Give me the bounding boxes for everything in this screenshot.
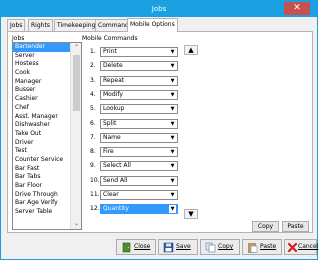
tab-mobile-options[interactable]: Mobile Options bbox=[127, 18, 178, 32]
command-dropdown[interactable]: Split ▼ bbox=[100, 118, 178, 129]
command-number: 3. bbox=[90, 76, 96, 84]
command-number: 5. bbox=[90, 105, 96, 113]
command-value: Delete bbox=[103, 62, 123, 70]
scroll-down-icon[interactable]: ⌄ bbox=[71, 219, 81, 229]
door-icon bbox=[122, 242, 131, 253]
copy-icon bbox=[205, 242, 216, 253]
chevron-down-icon[interactable]: ▼ bbox=[169, 134, 176, 142]
scrollbar-thumb[interactable] bbox=[73, 55, 80, 111]
command-value: Repeat bbox=[103, 76, 125, 84]
chevron-down-icon[interactable]: ▼ bbox=[169, 77, 176, 85]
copy-button[interactable]: Copy bbox=[200, 239, 240, 255]
clipboard-icon bbox=[248, 243, 258, 253]
command-dropdown[interactable]: Modify ▼ bbox=[100, 89, 178, 100]
command-value: Fire bbox=[103, 148, 114, 156]
command-dropdown[interactable]: Lookup ▼ bbox=[100, 104, 178, 115]
command-value: Clear bbox=[103, 191, 119, 198]
tab-timekeeping[interactable]: Timekeeping bbox=[54, 19, 99, 31]
triangle-up-icon: ▲ bbox=[188, 46, 194, 54]
command-dropdown[interactable]: Quantity ▼ bbox=[100, 204, 178, 215]
command-number: 4. bbox=[90, 90, 96, 98]
command-number: 11. bbox=[90, 191, 100, 198]
command-dropdown[interactable]: Select All ▼ bbox=[100, 161, 178, 172]
move-down-button[interactable]: ▼ bbox=[184, 209, 198, 219]
command-value: Modify bbox=[103, 90, 123, 98]
tab-rights[interactable]: Rights bbox=[28, 19, 53, 31]
chevron-down-icon[interactable]: ▼ bbox=[169, 105, 176, 113]
move-up-button[interactable]: ▲ bbox=[184, 45, 198, 55]
command-number: 1. bbox=[90, 48, 96, 55]
chevron-down-icon[interactable]: ▼ bbox=[169, 191, 176, 199]
chevron-down-icon[interactable]: ▼ bbox=[169, 48, 176, 56]
close-button[interactable]: Close bbox=[116, 239, 156, 255]
mobile-options-panel: Jobs Bartender Server Hostess Cook Manager Bu… bbox=[7, 31, 313, 233]
tab-jobs[interactable]: Jobs bbox=[7, 19, 26, 31]
paste-button[interactable]: Paste bbox=[242, 239, 282, 255]
window-close-button[interactable]: ✕ bbox=[284, 2, 310, 15]
jobs-label: Jobs bbox=[12, 35, 25, 42]
command-dropdown[interactable]: Repeat ▼ bbox=[100, 75, 178, 86]
command-dropdown[interactable]: Fire ▼ bbox=[100, 147, 178, 158]
command-number: 10. bbox=[90, 176, 100, 184]
panel-paste-button[interactable]: Paste bbox=[282, 221, 309, 232]
command-value: Print bbox=[103, 48, 117, 55]
chevron-down-icon[interactable]: ▼ bbox=[169, 177, 176, 185]
mobile-commands-label: Mobile Commands bbox=[82, 35, 138, 42]
command-value: Select All bbox=[103, 162, 131, 170]
chevron-down-icon[interactable]: ▼ bbox=[169, 120, 176, 128]
jobs-window: Jobs ✕ Jobs Rights Timekeeping Commands … bbox=[0, 0, 318, 260]
command-dropdown[interactable]: Name ▼ bbox=[100, 132, 178, 143]
red-x-icon bbox=[287, 242, 298, 253]
tab-jobs-label: Jobs bbox=[10, 22, 23, 29]
copy-button-label: Copy bbox=[218, 243, 234, 250]
chevron-down-icon[interactable]: ▼ bbox=[169, 205, 176, 214]
paste-button-label: Paste bbox=[260, 243, 277, 250]
command-value: Lookup bbox=[103, 105, 125, 113]
command-number: 12. bbox=[90, 205, 100, 213]
resize-grip-icon[interactable]: ⋰ bbox=[310, 252, 316, 258]
command-number: 2. bbox=[90, 62, 96, 70]
panel-copy-button[interactable]: Copy bbox=[252, 221, 279, 232]
command-dropdown[interactable]: Send All ▼ bbox=[100, 175, 178, 186]
command-number: 8. bbox=[90, 148, 96, 156]
save-button[interactable]: Save bbox=[158, 239, 198, 255]
scroll-up-icon[interactable]: ⌃ bbox=[71, 43, 81, 53]
jobs-list[interactable]: Bartender Server Hostess Cook Manager Busser C… bbox=[12, 42, 82, 230]
command-value: Quantity bbox=[103, 205, 129, 213]
command-number: 6. bbox=[90, 119, 96, 127]
chevron-down-icon[interactable]: ▼ bbox=[169, 148, 176, 156]
tab-timekeeping-label: Timekeeping bbox=[57, 22, 96, 29]
command-value: Name bbox=[103, 133, 121, 141]
tab-mobile-options-label: Mobile Options bbox=[130, 21, 175, 28]
command-dropdown[interactable]: Print ▼ bbox=[100, 47, 178, 57]
command-value: Split bbox=[103, 119, 117, 127]
tab-rights-label: Rights bbox=[31, 22, 50, 29]
chevron-down-icon[interactable]: ▼ bbox=[169, 62, 176, 70]
chevron-down-icon[interactable]: ▼ bbox=[169, 162, 176, 170]
command-dropdown[interactable]: Clear ▼ bbox=[100, 190, 178, 200]
save-button-label: Save bbox=[176, 243, 191, 250]
jobs-scrollbar[interactable]: ⌃ ⌄ bbox=[70, 43, 81, 229]
command-number: 7. bbox=[90, 133, 96, 141]
command-value: Send All bbox=[103, 176, 128, 184]
floppy-disk-icon bbox=[163, 242, 174, 253]
command-number: 9. bbox=[90, 162, 96, 170]
close-button-label: Close bbox=[134, 243, 151, 250]
title-bar[interactable]: Jobs ✕ bbox=[1, 1, 317, 17]
triangle-down-icon: ▼ bbox=[188, 210, 194, 218]
chevron-down-icon[interactable]: ▼ bbox=[169, 91, 176, 99]
command-dropdown[interactable]: Delete ▼ bbox=[100, 61, 178, 72]
window-title: Jobs bbox=[151, 5, 167, 13]
